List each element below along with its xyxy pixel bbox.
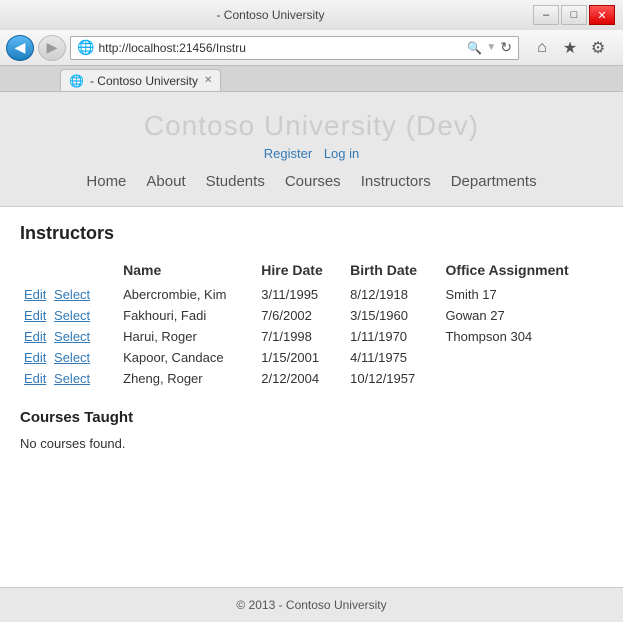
- col-hire-date: Hire Date: [257, 258, 346, 284]
- register-link[interactable]: Register: [264, 146, 312, 161]
- row-name: Kapoor, Candace: [119, 347, 257, 368]
- table-row: Edit Select Kapoor, Candace 1/15/2001 4/…: [20, 347, 603, 368]
- title-bar-title: - Contoso University: [8, 8, 533, 22]
- row-actions: Edit Select: [20, 305, 119, 326]
- page-wrapper: Contoso University (Dev) Register Log in…: [0, 92, 623, 622]
- row-hire-date: 7/1/1998: [257, 326, 346, 347]
- row-birth-date: 3/15/1960: [346, 305, 441, 326]
- forward-icon: ▶: [47, 39, 58, 56]
- table-row: Edit Select Zheng, Roger 2/12/2004 10/12…: [20, 368, 603, 389]
- table-row: Edit Select Fakhouri, Fadi 7/6/2002 3/15…: [20, 305, 603, 326]
- nav-students[interactable]: Students: [206, 173, 265, 190]
- row-birth-date: 8/12/1918: [346, 284, 441, 305]
- edit-link[interactable]: Edit: [24, 371, 46, 386]
- minimize-button[interactable]: –: [533, 5, 559, 25]
- row-name: Zheng, Roger: [119, 368, 257, 389]
- row-hire-date: 2/12/2004: [257, 368, 346, 389]
- address-bar: 🌐 🔍 ▼ ↻: [70, 36, 519, 60]
- tab-close-button[interactable]: ✕: [204, 75, 212, 86]
- edit-link[interactable]: Edit: [24, 287, 46, 302]
- home-button[interactable]: ⌂: [529, 35, 555, 61]
- back-button[interactable]: ◀: [6, 35, 34, 61]
- footer-text: © 2013 - Contoso University: [236, 598, 386, 612]
- row-birth-date: 10/12/1957: [346, 368, 441, 389]
- edit-link[interactable]: Edit: [24, 350, 46, 365]
- col-name: Name: [119, 258, 257, 284]
- row-hire-date: 1/15/2001: [257, 347, 346, 368]
- select-link[interactable]: Select: [54, 350, 90, 365]
- row-office: Thompson 304: [441, 326, 603, 347]
- tab-favicon: 🌐: [69, 74, 84, 88]
- row-name: Abercrombie, Kim: [119, 284, 257, 305]
- page-icon: 🌐: [77, 39, 94, 56]
- nav-bar: ◀ ▶ 🌐 🔍 ▼ ↻ ⌂ ★ ⚙: [0, 30, 623, 66]
- row-hire-date: 7/6/2002: [257, 305, 346, 326]
- tab-label: - Contoso University: [90, 74, 198, 88]
- row-actions: Edit Select: [20, 326, 119, 347]
- auth-links: Register Log in: [0, 146, 623, 161]
- search-icon: 🔍: [467, 41, 482, 55]
- row-actions: Edit Select: [20, 284, 119, 305]
- row-office: Gowan 27: [441, 305, 603, 326]
- row-name: Harui, Roger: [119, 326, 257, 347]
- site-footer: © 2013 - Contoso University: [0, 587, 623, 622]
- courses-heading: Courses Taught: [20, 409, 603, 426]
- col-office: Office Assignment: [441, 258, 603, 284]
- courses-section: Courses Taught No courses found.: [20, 409, 603, 451]
- nav-about[interactable]: About: [146, 173, 185, 190]
- row-hire-date: 3/11/1995: [257, 284, 346, 305]
- col-actions: [20, 258, 119, 284]
- select-link[interactable]: Select: [54, 329, 90, 344]
- row-name: Fakhouri, Fadi: [119, 305, 257, 326]
- row-actions: Edit Select: [20, 368, 119, 389]
- page-heading: Instructors: [20, 223, 603, 244]
- row-actions: Edit Select: [20, 347, 119, 368]
- row-office: Smith 17: [441, 284, 603, 305]
- site-header: Contoso University (Dev) Register Log in…: [0, 92, 623, 206]
- title-bar: - Contoso University – □ ✕: [0, 0, 623, 30]
- nav-home[interactable]: Home: [86, 173, 126, 190]
- no-courses-text: No courses found.: [20, 436, 603, 451]
- instructors-table: Name Hire Date Birth Date Office Assignm…: [20, 258, 603, 389]
- settings-button[interactable]: ⚙: [585, 35, 611, 61]
- close-button[interactable]: ✕: [589, 5, 615, 25]
- row-office: [441, 368, 603, 389]
- login-link[interactable]: Log in: [324, 146, 359, 161]
- site-nav: Home About Students Courses Instructors …: [0, 165, 623, 198]
- tab-bar: 🌐 - Contoso University ✕: [0, 66, 623, 92]
- edit-link[interactable]: Edit: [24, 308, 46, 323]
- nav-departments[interactable]: Departments: [451, 173, 537, 190]
- select-link[interactable]: Select: [54, 287, 90, 302]
- table-row: Edit Select Abercrombie, Kim 3/11/1995 8…: [20, 284, 603, 305]
- nav-courses[interactable]: Courses: [285, 173, 341, 190]
- row-birth-date: 1/11/1970: [346, 326, 441, 347]
- select-link[interactable]: Select: [54, 371, 90, 386]
- row-office: [441, 347, 603, 368]
- refresh-icon[interactable]: ↻: [500, 39, 512, 56]
- maximize-button[interactable]: □: [561, 5, 587, 25]
- back-icon: ◀: [15, 39, 26, 56]
- forward-button[interactable]: ▶: [38, 35, 66, 61]
- main-content: Instructors Name Hire Date Birth Date Of…: [0, 207, 623, 467]
- dropdown-icon: ▼: [486, 42, 496, 53]
- address-input[interactable]: [98, 41, 463, 55]
- edit-link[interactable]: Edit: [24, 329, 46, 344]
- row-birth-date: 4/11/1975: [346, 347, 441, 368]
- select-link[interactable]: Select: [54, 308, 90, 323]
- col-birth-date: Birth Date: [346, 258, 441, 284]
- favorites-button[interactable]: ★: [557, 35, 583, 61]
- table-row: Edit Select Harui, Roger 7/1/1998 1/11/1…: [20, 326, 603, 347]
- active-tab[interactable]: 🌐 - Contoso University ✕: [60, 69, 221, 91]
- site-title: Contoso University (Dev): [0, 110, 623, 142]
- nav-instructors[interactable]: Instructors: [361, 173, 431, 190]
